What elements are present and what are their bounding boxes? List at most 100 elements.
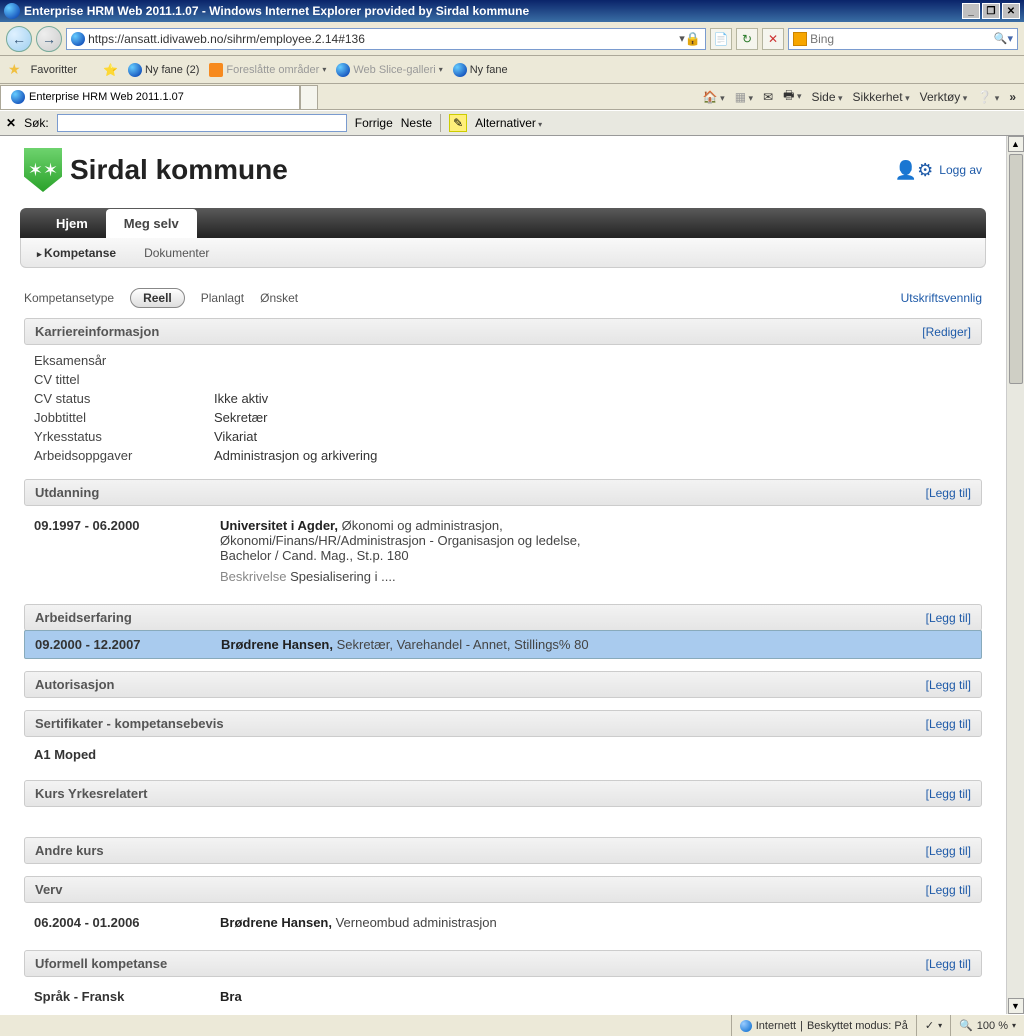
section-verv-header: Verv [Legg til] bbox=[24, 876, 982, 903]
fav-nyfane2[interactable]: Ny fane bbox=[453, 63, 508, 77]
career-cvstatus-value: Ikke aktiv bbox=[214, 391, 268, 406]
find-input[interactable] bbox=[57, 114, 347, 132]
find-next-button[interactable]: Neste bbox=[401, 116, 432, 130]
print-menu-icon[interactable]: 🖶 bbox=[783, 86, 801, 107]
auth-add-link[interactable]: [Legg til] bbox=[926, 678, 971, 692]
main-tabs: Hjem Meg selv bbox=[20, 208, 986, 238]
career-cvtittel-label: CV tittel bbox=[34, 372, 214, 387]
career-oppgaver-label: Arbeidsoppgaver bbox=[34, 448, 214, 463]
home-menu-icon[interactable]: 🏠 bbox=[703, 90, 725, 104]
tab-self[interactable]: Meg selv bbox=[106, 209, 197, 238]
help-menu-icon[interactable]: ❔ bbox=[977, 90, 999, 104]
browser-nav-row: ← → ▾ 🔒 📄 ↻ ✕ 🔍▾ bbox=[0, 22, 1024, 56]
add-fav-icon[interactable]: ⭐ bbox=[103, 63, 118, 77]
filter-onsket[interactable]: Ønsket bbox=[260, 291, 298, 305]
section-education-header: Utdanning [Legg til] bbox=[24, 479, 982, 506]
lock-icon: 🔒 bbox=[685, 31, 701, 47]
bing-icon bbox=[793, 32, 807, 46]
scroll-down-button[interactable]: ▼ bbox=[1008, 998, 1024, 1014]
fav-webslice[interactable]: Web Slice-galleri bbox=[336, 63, 442, 77]
status-misc[interactable]: ✓▾ bbox=[916, 1015, 950, 1036]
career-yrkesstatus-value: Vikariat bbox=[214, 429, 257, 444]
browser-tab[interactable]: Enterprise HRM Web 2011.1.07 bbox=[0, 85, 300, 109]
tab-home[interactable]: Hjem bbox=[38, 209, 106, 238]
fav-foreslatte[interactable]: Foreslåtte områder bbox=[209, 63, 326, 77]
fav-nyfane[interactable]: Ny fane (2) bbox=[128, 63, 199, 77]
search-button-icon[interactable]: 🔍▾ bbox=[994, 32, 1013, 45]
tools-menu[interactable]: Verktøy bbox=[920, 90, 968, 104]
section-uformell-header: Uformell kompetanse [Legg til] bbox=[24, 950, 982, 977]
favorites-bar: ★ Favoritter ⭐ Ny fane (2) Foreslåtte om… bbox=[0, 56, 1024, 84]
work-add-link[interactable]: [Legg til] bbox=[926, 611, 971, 625]
filter-reell[interactable]: Reell bbox=[130, 288, 185, 308]
career-edit-link[interactable]: [Rediger] bbox=[922, 325, 971, 339]
scroll-up-button[interactable]: ▲ bbox=[1008, 136, 1024, 152]
search-input[interactable] bbox=[810, 32, 994, 46]
highlight-icon[interactable]: ✎ bbox=[449, 114, 467, 132]
cert-item[interactable]: A1 Moped bbox=[34, 743, 972, 766]
feeds-menu-icon[interactable]: ▦ bbox=[735, 90, 753, 104]
refresh-button[interactable]: ↻ bbox=[736, 28, 758, 50]
ie-page-icon bbox=[128, 63, 142, 77]
browser-tab-row: Enterprise HRM Web 2011.1.07 🏠 ▦ ✉ 🖶 Sid… bbox=[0, 84, 1024, 110]
new-tab-button[interactable] bbox=[300, 85, 318, 109]
ie-page-icon bbox=[336, 63, 350, 77]
municipality-logo: ✶✶ bbox=[24, 148, 62, 192]
section-work-header: Arbeidserfaring [Legg til] bbox=[24, 604, 982, 631]
career-eksamensar-label: Eksamensår bbox=[34, 353, 214, 368]
find-prev-button[interactable]: Forrige bbox=[355, 116, 393, 130]
safety-menu[interactable]: Sikkerhet bbox=[853, 90, 910, 104]
page-icon bbox=[71, 32, 85, 46]
subnav-kompetanse[interactable]: Kompetanse bbox=[37, 246, 116, 260]
address-bar[interactable]: ▾ 🔒 bbox=[66, 28, 706, 50]
org-name: Sirdal kommune bbox=[70, 154, 288, 186]
filter-label: Kompetansetype bbox=[24, 291, 114, 305]
suggested-icon bbox=[209, 63, 223, 77]
andre-kurs-add-link[interactable]: [Legg til] bbox=[926, 844, 971, 858]
mail-icon[interactable]: ✉ bbox=[763, 90, 773, 104]
vertical-scrollbar[interactable]: ▲ ▼ bbox=[1006, 136, 1024, 1014]
search-box[interactable]: 🔍▾ bbox=[788, 28, 1018, 50]
stop-button[interactable]: ✕ bbox=[762, 28, 784, 50]
verv-entry[interactable]: 06.2004 - 01.2006 Brødrene Hansen, Verne… bbox=[34, 909, 972, 936]
maximize-button[interactable]: ❐ bbox=[982, 3, 1000, 19]
zoom-control[interactable]: 🔍 100 % ▾ bbox=[950, 1015, 1024, 1036]
logout-link[interactable]: 👤⚙ Logg av bbox=[895, 160, 982, 181]
compat-view-button[interactable]: 📄 bbox=[710, 28, 732, 50]
close-button[interactable]: ✕ bbox=[1002, 3, 1020, 19]
uformell-entry[interactable]: Språk - Fransk Bra bbox=[34, 983, 972, 1010]
favorites-label[interactable]: Favoritter bbox=[31, 64, 77, 76]
section-cert-header: Sertifikater - kompetansebevis [Legg til… bbox=[24, 710, 982, 737]
filter-planlagt[interactable]: Planlagt bbox=[201, 291, 244, 305]
kurs-yrkes-add-link[interactable]: [Legg til] bbox=[926, 787, 971, 801]
status-bar: Internett | Beskyttet modus: På ✓▾ 🔍 100… bbox=[0, 1014, 1024, 1036]
zoom-icon: 🔍 bbox=[959, 1019, 973, 1032]
scroll-thumb[interactable] bbox=[1009, 154, 1023, 384]
find-close-button[interactable]: ✕ bbox=[6, 116, 16, 130]
section-auth-header: Autorisasjon [Legg til] bbox=[24, 671, 982, 698]
uformell-add-link[interactable]: [Legg til] bbox=[926, 957, 971, 971]
find-bar: ✕ Søk: Forrige Neste ✎ Alternativer bbox=[0, 110, 1024, 136]
career-oppgaver-value: Administrasjon og arkivering bbox=[214, 448, 377, 463]
cert-add-link[interactable]: [Legg til] bbox=[926, 717, 971, 731]
work-entry-selected[interactable]: 09.2000 - 12.2007 Brødrene Hansen, Sekre… bbox=[24, 630, 982, 659]
status-zone: Internett | Beskyttet modus: På bbox=[731, 1015, 916, 1036]
toolbar-overflow-icon[interactable]: » bbox=[1009, 90, 1016, 104]
back-button[interactable]: ← bbox=[6, 26, 32, 52]
forward-button[interactable]: → bbox=[36, 26, 62, 52]
education-add-link[interactable]: [Legg til] bbox=[926, 486, 971, 500]
career-jobbtittel-value: Sekretær bbox=[214, 410, 267, 425]
favorites-star-icon[interactable]: ★ bbox=[8, 61, 21, 78]
verv-add-link[interactable]: [Legg til] bbox=[926, 883, 971, 897]
page-viewport: ✶✶ Sirdal kommune 👤⚙ Logg av Hjem Meg se… bbox=[0, 136, 1024, 1014]
section-kurs-yrkes-header: Kurs Yrkesrelatert [Legg til] bbox=[24, 780, 982, 807]
ie-page-icon bbox=[453, 63, 467, 77]
page-menu[interactable]: Side bbox=[811, 90, 842, 104]
url-input[interactable] bbox=[88, 32, 679, 46]
subnav-dokumenter[interactable]: Dokumenter bbox=[144, 246, 209, 260]
print-friendly-link[interactable]: Utskriftsvennlig bbox=[901, 291, 982, 305]
find-options-button[interactable]: Alternativer bbox=[475, 116, 542, 130]
minimize-button[interactable]: _ bbox=[962, 3, 980, 19]
tab-favicon bbox=[11, 90, 25, 104]
education-entry[interactable]: 09.1997 - 06.2000 Universitet i Agder, Ø… bbox=[34, 512, 972, 590]
